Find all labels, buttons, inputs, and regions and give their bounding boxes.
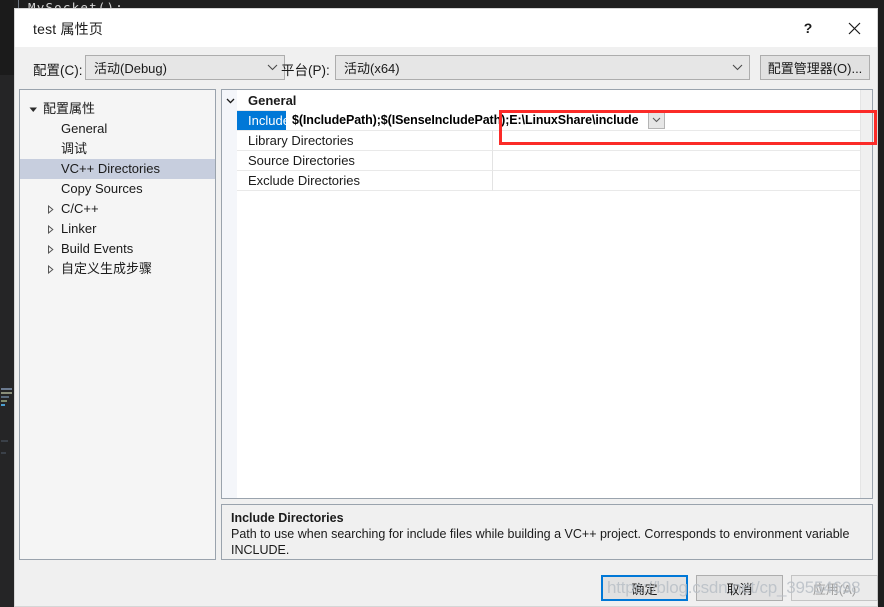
property-tree[interactable]: 配置属性 General 调试 VC++ Directories Copy Source…: [19, 89, 216, 560]
configuration-select[interactable]: 活动(Debug): [85, 55, 285, 80]
vs-right-edge: [878, 0, 884, 607]
grid-group-label: General: [248, 93, 297, 108]
close-icon[interactable]: [831, 9, 877, 47]
dialog-titlebar: test 属性页 ?: [15, 9, 877, 47]
chevron-down-icon: [725, 64, 749, 71]
tree-item-general[interactable]: General: [20, 119, 215, 139]
chevron-down-icon[interactable]: [648, 111, 665, 129]
ok-button[interactable]: 确定: [601, 575, 688, 601]
grid-row-value[interactable]: [492, 151, 872, 171]
tree-item-build-events[interactable]: Build Events: [20, 239, 215, 259]
chevron-right-icon[interactable]: [42, 219, 58, 239]
vs-activity-bar-top: [0, 0, 14, 75]
vs-rail-item: [1, 396, 9, 398]
description-body: Path to use when searching for include f…: [231, 527, 850, 557]
tree-item-c-c++[interactable]: C/C++: [20, 199, 215, 219]
cancel-button[interactable]: 取消: [696, 575, 783, 601]
grid-scrollbar[interactable]: [860, 90, 872, 498]
grid-row-value[interactable]: [492, 171, 872, 191]
vs-rail-item: [1, 440, 8, 442]
grid-row-name: Library Directories: [248, 133, 354, 148]
vs-activity-bar: [0, 0, 14, 607]
property-pages-dialog: test 属性页 ? 配置(C): 活动(Debug) 平台(P): 活动(x6…: [14, 8, 878, 607]
vs-rail-item: [1, 400, 7, 402]
vs-rail-item: [1, 452, 6, 454]
grid-row-value[interactable]: [492, 131, 872, 151]
chevron-right-icon[interactable]: [42, 239, 58, 259]
tree-item-vc++-directories[interactable]: VC++ Directories: [20, 159, 215, 179]
vs-rail-item: [1, 388, 12, 390]
vs-rail-item: [1, 404, 5, 406]
grid-row-name: Exclude Directories: [248, 173, 360, 188]
grid-row[interactable]: Source Directories: [222, 151, 872, 171]
chevron-right-icon[interactable]: [42, 199, 58, 219]
description-title: Include Directories: [231, 511, 344, 525]
platform-select[interactable]: 活动(x64): [335, 55, 750, 80]
dialog-title: test 属性页: [33, 21, 104, 37]
vs-rail-item: [1, 392, 12, 394]
include-directories-value: $(IncludePath);$(ISenseIncludePath);E:\L…: [292, 113, 639, 127]
tree-item-label: 配置属性: [43, 101, 96, 116]
grid-row[interactable]: Library Directories: [222, 131, 872, 151]
tree-item-copy-sources[interactable]: Copy Sources: [20, 179, 215, 199]
property-grid[interactable]: GeneralInclude DirectoriesLibrary Direct…: [221, 89, 873, 499]
chevron-down-icon[interactable]: [25, 99, 41, 119]
grid-group-header[interactable]: General: [222, 91, 872, 111]
platform-value: 活动(x64): [344, 61, 400, 76]
tree-item-[interactable]: 自定义生成步骤: [20, 259, 215, 279]
include-directories-editor[interactable]: $(IncludePath);$(ISenseIncludePath);E:\L…: [286, 110, 666, 130]
configuration-manager-button[interactable]: 配置管理器(O)...: [760, 55, 870, 80]
tree-item-[interactable]: 调试: [20, 139, 215, 159]
chevron-right-icon[interactable]: [42, 259, 58, 279]
apply-button: 应用(A): [791, 575, 878, 601]
tree-item-linker[interactable]: Linker: [20, 219, 215, 239]
configuration-row: 配置(C): 活动(Debug) 平台(P): 活动(x64) 配置管理器(O)…: [15, 47, 877, 87]
help-icon[interactable]: ?: [785, 9, 831, 47]
platform-label: 平台(P):: [281, 63, 330, 78]
grid-row[interactable]: Exclude Directories: [222, 171, 872, 191]
tree-item-[interactable]: 配置属性: [20, 99, 215, 119]
row-separator: [237, 190, 492, 191]
configuration-value: 活动(Debug): [94, 61, 167, 76]
configuration-label: 配置(C):: [33, 63, 83, 78]
description-panel: Include Directories Path to use when sea…: [221, 504, 873, 560]
grid-row-name: Source Directories: [248, 153, 355, 168]
chevron-down-icon[interactable]: [223, 91, 238, 111]
